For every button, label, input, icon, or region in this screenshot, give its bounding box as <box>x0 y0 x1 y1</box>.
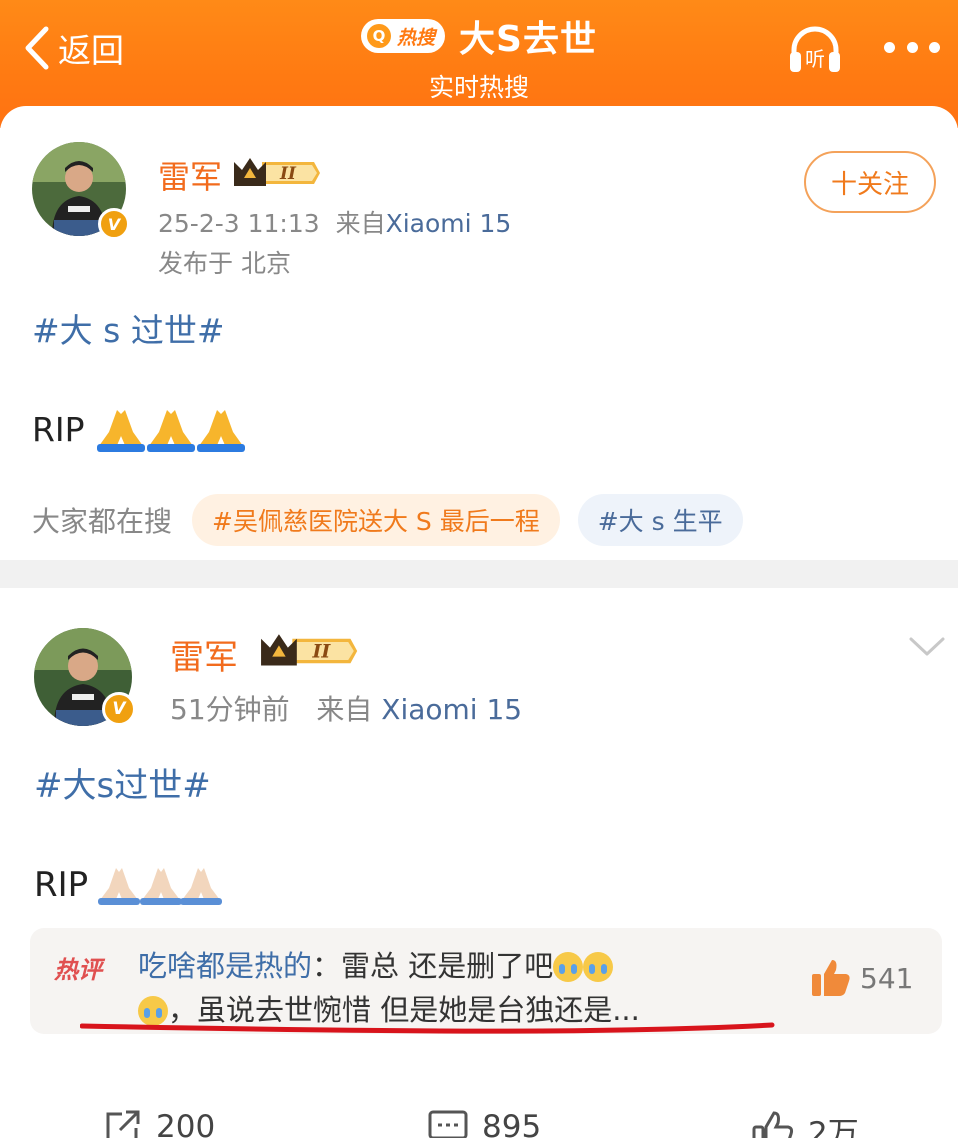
comment-like-button[interactable]: 541 <box>810 958 913 998</box>
hashtag-link[interactable]: #大s过世# <box>34 758 211 807</box>
crying-emoji-icon <box>553 952 584 982</box>
crying-emoji-icon <box>583 952 614 982</box>
post-location: 发布于 北京 <box>158 249 291 278</box>
source-prefix: 来自 <box>335 209 386 238</box>
post-time: 51分钟前 <box>170 693 290 726</box>
red-underline-mark <box>80 1022 775 1034</box>
post-meta: 25-2-3 11:13 来自Xiaomi 15 <box>158 204 511 240</box>
vip-crown-icon: II <box>261 634 358 666</box>
post-time: 25-2-3 11:13 <box>158 209 320 238</box>
hot-badge-label: 热搜 <box>397 26 436 49</box>
comment-button[interactable]: 895 <box>428 1108 541 1138</box>
repost-icon <box>106 1110 140 1138</box>
level-label: II <box>312 641 332 663</box>
trending-tag[interactable]: #大 s 生平 <box>577 494 743 546</box>
comment-icon <box>428 1110 468 1138</box>
trending-searches: 大家都在搜 #吴佩慈医院送大 S 最后一程 #大 s 生平 <box>32 494 743 546</box>
hot-comment-label: 热评 <box>54 956 102 984</box>
source-device[interactable]: Xiaomi 15 <box>381 693 522 726</box>
search-icon: Q <box>367 24 392 48</box>
verified-badge-icon: V <box>102 692 136 726</box>
level-label: II <box>279 164 297 184</box>
vip-crown-icon: II <box>234 158 320 186</box>
trending-tag[interactable]: #吴佩慈医院送大 S 最后一程 <box>192 494 560 546</box>
more-options-button[interactable] <box>884 32 940 62</box>
like-count: 2万 <box>808 1116 859 1138</box>
post-body: RIP <box>34 864 223 906</box>
comment-line-1: ：雷总 还是删了吧 <box>312 949 554 983</box>
comment-count: 895 <box>482 1109 542 1138</box>
verified-badge-icon: V <box>98 208 130 240</box>
chevron-down-icon[interactable] <box>908 636 946 658</box>
like-button[interactable]: 2万 <box>752 1108 859 1138</box>
hashtag-link[interactable]: #大 s 过世# <box>32 304 224 352</box>
repost-count: 200 <box>156 1109 216 1138</box>
thumbs-up-icon <box>752 1110 794 1138</box>
hot-search-badge: Q 热搜 <box>361 19 446 53</box>
praying-hands-icon <box>98 868 223 905</box>
praying-hands-icon <box>96 410 245 452</box>
post-text: RIP <box>34 865 89 905</box>
page-title: 大S去世 <box>459 19 597 60</box>
source-prefix: 来自 <box>316 693 373 726</box>
post-body: RIP <box>32 406 249 452</box>
listen-label: 听 <box>805 47 825 71</box>
dot-icon <box>929 41 940 53</box>
post-card: V 雷军 II 51分钟前 来自 Xiaomi 15 #大s过世# RIP 热评… <box>0 588 958 1138</box>
follow-button[interactable]: 十关注 <box>804 151 936 213</box>
post-text: RIP <box>32 409 85 449</box>
author-name[interactable]: 雷军 <box>158 152 222 198</box>
dot-icon <box>884 41 895 53</box>
comment-author[interactable]: 吃啥都是热的 <box>138 949 312 983</box>
comment-like-count: 541 <box>860 961 914 995</box>
repost-button[interactable]: 200 <box>104 1108 215 1138</box>
section-divider <box>0 560 958 588</box>
source-device[interactable]: Xiaomi 15 <box>386 209 512 238</box>
post-card: V 雷军 II 25-2-3 11:13 来自Xiaomi 15 发布于 北京 … <box>0 106 958 560</box>
thumbs-up-icon <box>812 960 850 996</box>
listen-headphones-icon[interactable]: 听 <box>786 22 844 78</box>
dot-icon <box>906 41 918 53</box>
trending-searches-label: 大家都在搜 <box>32 505 173 538</box>
author-name[interactable]: 雷军 <box>170 630 238 679</box>
post-meta: 51分钟前 来自 Xiaomi 15 <box>170 688 522 728</box>
